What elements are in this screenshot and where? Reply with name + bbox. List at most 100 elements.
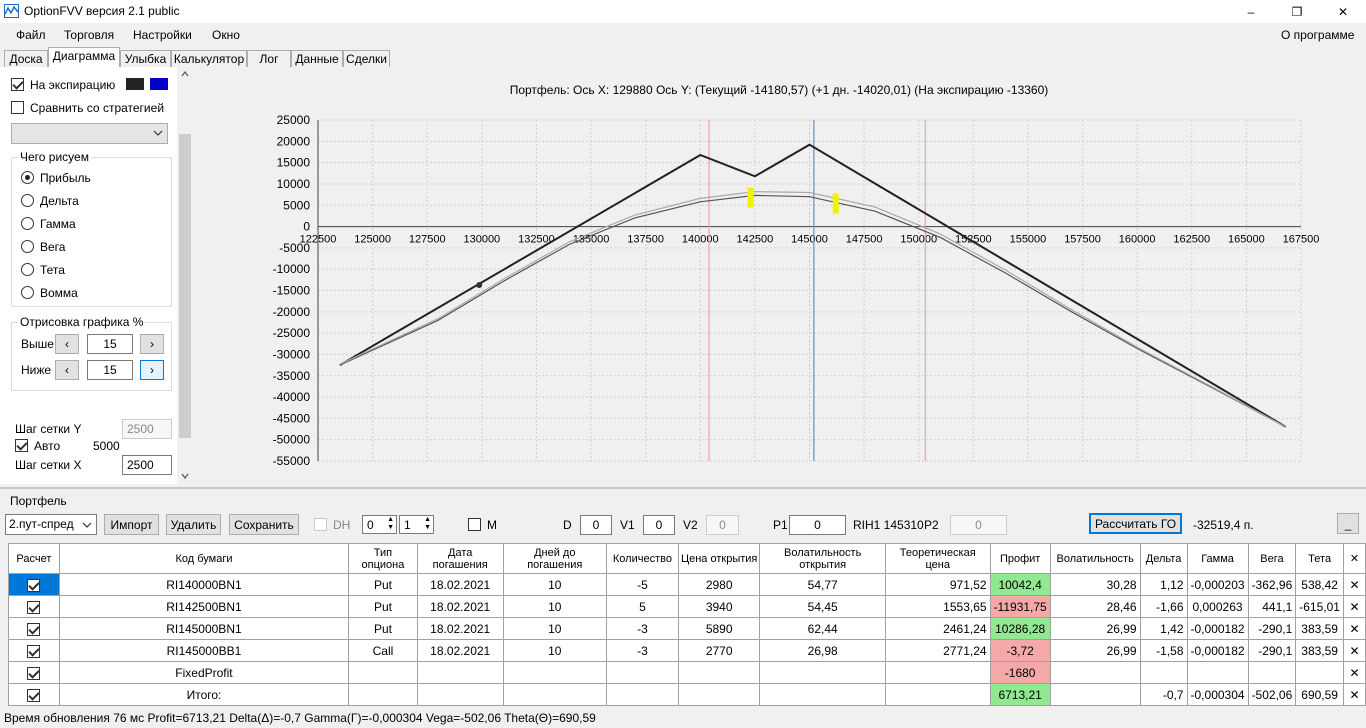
table-cell: -0,000182 bbox=[1186, 639, 1249, 662]
below-increase-button[interactable]: › bbox=[140, 360, 164, 380]
calc-cell[interactable] bbox=[8, 595, 60, 618]
remove-row-icon[interactable]: ✕ bbox=[1342, 617, 1366, 640]
table-row[interactable]: RI145000BB1 Call 18.02.2021 10 -3 2770 26,98 27… bbox=[8, 639, 1366, 662]
calc-cell[interactable] bbox=[8, 573, 60, 596]
menu-window[interactable]: Окно bbox=[212, 28, 240, 42]
column-header[interactable]: Дельта bbox=[1139, 543, 1188, 574]
row-calc-checkbox[interactable] bbox=[27, 666, 41, 680]
splitter[interactable] bbox=[0, 487, 1366, 489]
column-header[interactable]: Вега bbox=[1247, 543, 1297, 574]
menu-about[interactable]: О программе bbox=[1281, 28, 1354, 42]
remove-row-icon[interactable]: ✕ bbox=[1342, 639, 1366, 662]
below-value[interactable]: 15 bbox=[87, 360, 133, 380]
maximize-button[interactable]: ❐ bbox=[1274, 0, 1320, 23]
table-cell: -3 bbox=[605, 617, 679, 640]
radio-delta[interactable] bbox=[21, 194, 34, 207]
column-header[interactable]: Гамма bbox=[1186, 543, 1249, 574]
menu-settings[interactable]: Настройки bbox=[133, 28, 192, 42]
column-header[interactable]: Расчет bbox=[8, 543, 60, 574]
spin2-input[interactable]: 1 ▲ ▼ bbox=[399, 515, 434, 534]
menu-file[interactable]: Файл bbox=[16, 28, 46, 42]
tab-smile[interactable]: Улыбка bbox=[120, 50, 171, 68]
remove-row-icon[interactable]: ✕ bbox=[1342, 595, 1366, 618]
column-header[interactable]: Волатильность открытия bbox=[759, 543, 886, 574]
compare-strategy-checkbox[interactable] bbox=[11, 101, 24, 114]
dh-checkbox[interactable] bbox=[314, 518, 327, 531]
table-row[interactable]: RI145000BN1 Put 18.02.2021 10 -3 5890 62,44 246… bbox=[8, 617, 1366, 640]
calc-margin-button[interactable]: Рассчитать ГО bbox=[1089, 513, 1182, 534]
scrollbar-thumb[interactable] bbox=[179, 134, 191, 438]
d-input[interactable]: 0 bbox=[580, 515, 612, 535]
column-header[interactable]: Цена открытия bbox=[677, 543, 761, 574]
column-header[interactable]: Дней до погашения bbox=[502, 543, 607, 574]
table-row[interactable]: RI140000BN1 Put 18.02.2021 10 -5 2980 54,77 971… bbox=[8, 573, 1366, 596]
row-calc-checkbox[interactable] bbox=[27, 600, 41, 614]
strategy-select[interactable]: 2.пут-спред bbox=[5, 514, 97, 535]
to-expiration-checkbox[interactable] bbox=[11, 78, 24, 91]
left-panel-scrollbar[interactable] bbox=[177, 67, 193, 484]
payoff-chart[interactable]: 122500 125000 127500 130000 132500 135000 1375… bbox=[193, 67, 1366, 484]
v1-input[interactable]: 0 bbox=[643, 515, 675, 535]
spin1-arrows-icon[interactable]: ▲ ▼ bbox=[387, 516, 394, 532]
row-calc-checkbox[interactable] bbox=[27, 622, 41, 636]
calc-cell[interactable] bbox=[8, 617, 60, 640]
grid-x-input[interactable]: 2500 bbox=[122, 455, 172, 475]
p1-input[interactable]: 0 bbox=[789, 515, 846, 535]
color-swatch-dark[interactable] bbox=[126, 78, 144, 90]
column-header[interactable]: Тип опциона bbox=[348, 543, 418, 574]
column-header[interactable]: Код бумаги bbox=[58, 543, 350, 574]
table-cell: Put bbox=[348, 595, 418, 618]
x-tick-label: 155000 bbox=[1010, 234, 1047, 246]
remove-row-icon[interactable]: ✕ bbox=[1342, 573, 1366, 596]
grid-y-input[interactable]: 2500 bbox=[122, 419, 172, 439]
color-swatch-blue[interactable] bbox=[150, 78, 168, 90]
p2-input[interactable]: 0 bbox=[950, 515, 1007, 535]
table-row[interactable]: Итого: 6713,21 -0,7 -0,000304 -502,06 690,59 ✕ bbox=[8, 683, 1366, 706]
tab-board[interactable]: Доска bbox=[4, 50, 48, 68]
below-decrease-button[interactable]: ‹ bbox=[55, 360, 79, 380]
above-increase-button[interactable]: › bbox=[140, 334, 164, 354]
minimize-button[interactable]: – bbox=[1228, 0, 1274, 23]
above-value[interactable]: 15 bbox=[87, 334, 133, 354]
radio-gamma[interactable] bbox=[21, 217, 34, 230]
calc-cell[interactable] bbox=[8, 639, 60, 662]
column-header[interactable]: Тета bbox=[1295, 543, 1344, 574]
radio-theta[interactable] bbox=[21, 263, 34, 276]
close-button[interactable]: ✕ bbox=[1320, 0, 1366, 23]
column-header[interactable]: Количество bbox=[605, 543, 679, 574]
remove-row-icon[interactable]: ✕ bbox=[1342, 661, 1366, 684]
row-calc-checkbox[interactable] bbox=[27, 578, 41, 592]
remove-row-icon[interactable]: ✕ bbox=[1342, 683, 1366, 706]
radio-vega[interactable] bbox=[21, 240, 34, 253]
tab-deals[interactable]: Сделки bbox=[343, 50, 390, 68]
table-row[interactable]: FixedProfit -1680 ✕ bbox=[8, 661, 1366, 684]
m-checkbox[interactable] bbox=[468, 518, 481, 531]
delete-button[interactable]: Удалить bbox=[166, 514, 221, 535]
menu-trading[interactable]: Торговля bbox=[64, 28, 114, 42]
column-header[interactable]: ✕ bbox=[1342, 543, 1366, 574]
collapse-button[interactable]: _ bbox=[1337, 513, 1359, 534]
tab-diagram[interactable]: Диаграмма bbox=[48, 47, 120, 69]
strategy-dropdown[interactable] bbox=[11, 123, 168, 144]
auto-grid-checkbox[interactable] bbox=[15, 439, 28, 452]
save-button[interactable]: Сохранить bbox=[229, 514, 299, 535]
import-button[interactable]: Импорт bbox=[104, 514, 159, 535]
calc-cell[interactable] bbox=[8, 683, 60, 706]
row-calc-checkbox[interactable] bbox=[27, 688, 41, 702]
tab-calculator[interactable]: Калькулятор bbox=[171, 50, 247, 68]
column-header[interactable]: Профит bbox=[989, 543, 1051, 574]
column-header[interactable]: Дата погашения bbox=[416, 543, 504, 574]
above-decrease-button[interactable]: ‹ bbox=[55, 334, 79, 354]
tab-data[interactable]: Данные bbox=[291, 50, 343, 68]
v2-input[interactable]: 0 bbox=[706, 515, 739, 535]
spin2-arrows-icon[interactable]: ▲ ▼ bbox=[424, 516, 431, 532]
calc-cell[interactable] bbox=[8, 661, 60, 684]
radio-vomma[interactable] bbox=[21, 286, 34, 299]
spin1-input[interactable]: 0 ▲ ▼ bbox=[362, 515, 397, 534]
table-row[interactable]: RI142500BN1 Put 18.02.2021 10 5 3940 54,45 1553… bbox=[8, 595, 1366, 618]
radio-profit[interactable] bbox=[21, 171, 34, 184]
tab-log[interactable]: Лог bbox=[247, 50, 291, 68]
column-header[interactable]: Волатильность bbox=[1049, 543, 1141, 574]
row-calc-checkbox[interactable] bbox=[27, 644, 41, 658]
column-header[interactable]: Теоретическая цена bbox=[884, 543, 991, 574]
